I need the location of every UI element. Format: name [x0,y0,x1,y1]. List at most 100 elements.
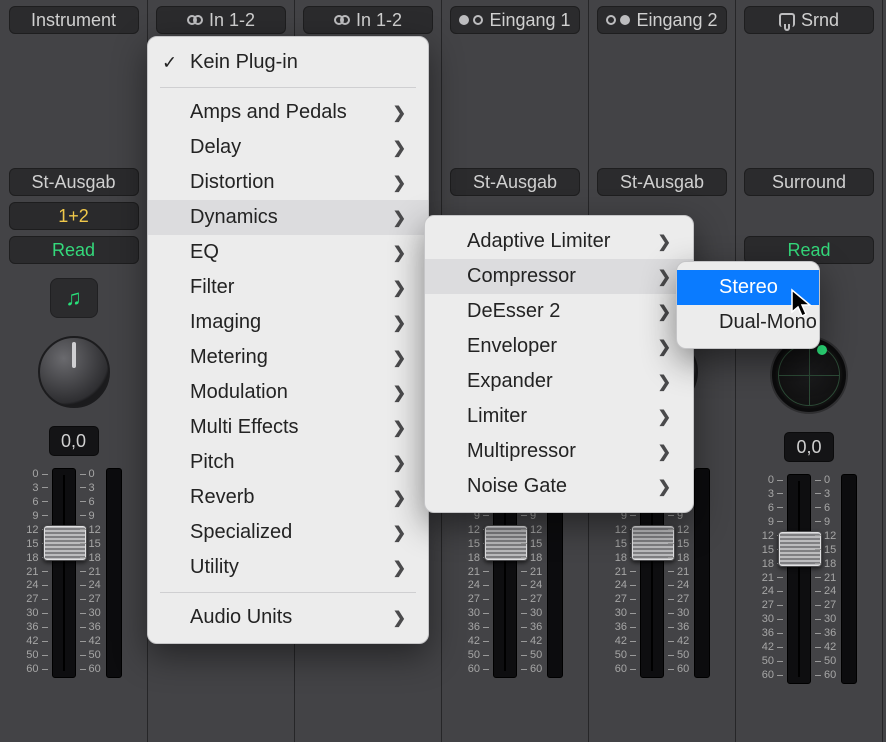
pan-value[interactable]: 0,0 [49,426,99,456]
scale-label: 50 [824,655,836,667]
scale-label: 12 [26,524,38,536]
input-slot[interactable]: In 1-2 [303,6,433,34]
scale-label: 36 [762,627,774,639]
menu-item-label: Enveloper [467,335,557,358]
scale-label: 42 [26,635,38,647]
scale-label: 3 [824,488,830,500]
menu-item-label: Adaptive Limiter [467,230,610,253]
menu-item-multipressor[interactable]: Multipressor❯ [425,434,693,469]
menu-item-imaging[interactable]: Imaging❯ [148,305,428,340]
menu-item-audio-units[interactable]: Audio Units ❯ [148,600,428,635]
scale-label: 3 [89,482,95,494]
insert-area[interactable] [602,44,722,144]
menu-item-delay[interactable]: Delay❯ [148,130,428,165]
menu-item-eq[interactable]: EQ❯ [148,235,428,270]
scale-label: 15 [89,538,101,550]
menu-item-limiter[interactable]: Limiter❯ [425,399,693,434]
stereo-icon [334,15,350,25]
menu-item-label: Limiter [467,405,527,428]
menu-item-label: Stereo [719,276,778,299]
insert-area[interactable] [14,44,134,144]
scale-label: 9 [824,516,830,528]
menu-item-metering[interactable]: Metering❯ [148,340,428,375]
menu-item-stereo[interactable]: Stereo [677,270,819,305]
channel-strip: Srnd Surround Read 0,0 03691215182124273… [736,0,883,742]
scale-label: 21 [26,566,38,578]
scale-label: 12 [615,524,627,536]
plugin-category-menu[interactable]: ✓ Kein Plug-in Amps and Pedals❯Delay❯Dis… [147,36,429,644]
menu-item-expander[interactable]: Expander❯ [425,364,693,399]
menu-separator [160,592,416,593]
menu-item-deesser-2[interactable]: DeEsser 2❯ [425,294,693,329]
pan-value[interactable]: 0,0 [784,432,834,462]
scale-label: 60 [677,663,689,675]
scale-label: 50 [468,649,480,661]
menu-item-utility[interactable]: Utility❯ [148,550,428,585]
menu-item-label: DeEsser 2 [467,300,560,323]
scale-label: 42 [762,641,774,653]
menu-item-label: Utility [190,556,239,579]
bus-slot[interactable] [744,202,874,230]
scale-label: 42 [824,641,836,653]
scale-label: 12 [824,530,836,542]
output-slot[interactable]: St-Ausgab [597,168,727,196]
scale-label: 60 [530,663,542,675]
output-slot[interactable]: Surround [744,168,874,196]
fader[interactable] [787,474,811,684]
input-slot[interactable]: Instrument [9,6,139,34]
input-slot[interactable]: In 1-2 [156,6,286,34]
automation-mode[interactable]: Read [9,236,139,264]
scale-label: 27 [762,599,774,611]
menu-item-filter[interactable]: Filter❯ [148,270,428,305]
menu-item-enveloper[interactable]: Enveloper❯ [425,329,693,364]
chevron-right-icon: ❯ [393,278,406,298]
scale-label: 18 [530,552,542,564]
scale-label: 27 [824,599,836,611]
scale-label: 21 [762,572,774,584]
input-label: Eingang 2 [636,10,717,31]
scale-label: 0 [89,468,95,480]
menu-item-amps-and-pedals[interactable]: Amps and Pedals❯ [148,95,428,130]
menu-item-label: Expander [467,370,553,393]
automation-mode[interactable]: Read [744,236,874,264]
fader-scale-left: 03691215182124273036425060 [761,474,783,684]
menu-item-pitch[interactable]: Pitch❯ [148,445,428,480]
menu-item-dual-mono[interactable]: Dual-Mono [677,305,819,340]
scale-label: 42 [530,635,542,647]
menu-item-label: Modulation [190,381,288,404]
plugin-compressor-modes-submenu[interactable]: Stereo Dual-Mono [676,261,820,349]
insert-area[interactable] [455,44,575,144]
input-slot[interactable]: Eingang 2 [597,6,727,34]
chevron-right-icon: ❯ [393,488,406,508]
output-slot[interactable]: St-Ausgab [450,168,580,196]
scale-label: 9 [89,510,95,522]
output-slot[interactable]: St-Ausgab [9,168,139,196]
input-slot[interactable]: Srnd [744,6,874,34]
track-icon-button[interactable]: ♫ [50,278,98,318]
menu-item-adaptive-limiter[interactable]: Adaptive Limiter❯ [425,224,693,259]
menu-item-noise-gate[interactable]: Noise Gate❯ [425,469,693,504]
insert-area[interactable] [749,44,869,144]
fader[interactable] [52,468,76,678]
menu-item-no-plugin[interactable]: ✓ Kein Plug-in [148,45,428,80]
scale-label: 12 [530,524,542,536]
menu-item-specialized[interactable]: Specialized❯ [148,515,428,550]
menu-item-multi-effects[interactable]: Multi Effects❯ [148,410,428,445]
chevron-right-icon: ❯ [393,348,406,368]
menu-item-label: Dynamics [190,206,278,229]
menu-item-modulation[interactable]: Modulation❯ [148,375,428,410]
plugin-dynamics-submenu[interactable]: Adaptive Limiter❯Compressor❯DeEsser 2❯En… [424,215,694,513]
scale-label: 42 [89,635,101,647]
scale-label: 12 [762,530,774,542]
menu-item-compressor[interactable]: Compressor❯ [425,259,693,294]
scale-label: 30 [615,607,627,619]
menu-item-distortion[interactable]: Distortion❯ [148,165,428,200]
scale-label: 50 [615,649,627,661]
scale-label: 27 [530,593,542,605]
menu-item-reverb[interactable]: Reverb❯ [148,480,428,515]
menu-item-dynamics[interactable]: Dynamics❯ [148,200,428,235]
bus-slot[interactable]: 1+2 [9,202,139,230]
scale-label: 15 [677,538,689,550]
pan-knob[interactable] [38,336,110,408]
input-slot[interactable]: Eingang 1 [450,6,580,34]
